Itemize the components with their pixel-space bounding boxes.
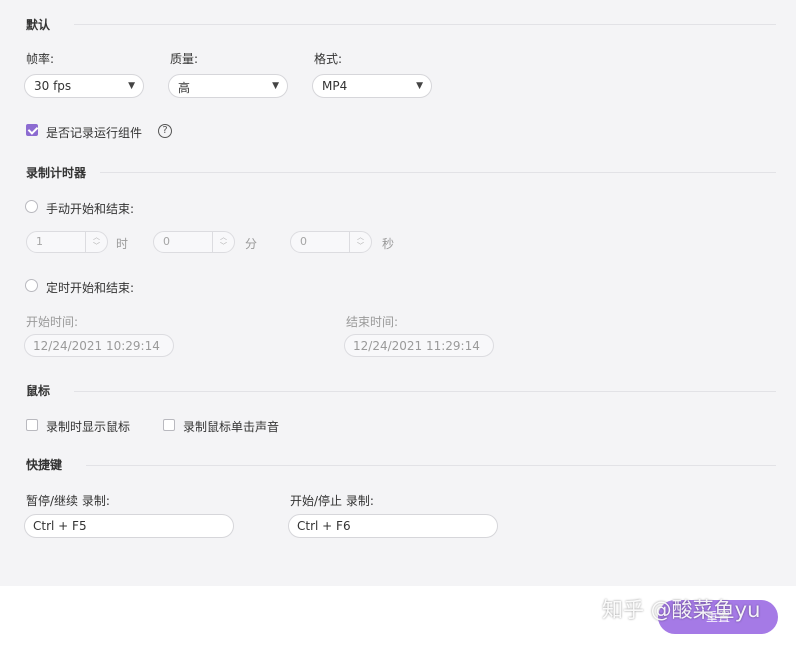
section-title-default: 默认 — [26, 18, 51, 32]
settings-panel: 默认 帧率: 质量: 格式: 30 fps ▼ 高 ▼ MP4 ▼ 是否记录运行… — [0, 0, 796, 586]
help-icon[interactable]: ? — [158, 124, 172, 138]
section-title-hotkeys: 快捷键 — [26, 458, 63, 472]
chevron-down-icon: ▼ — [272, 81, 279, 91]
hours-value: 1 — [36, 235, 43, 248]
spin-down-icon[interactable]: ﹀ — [86, 242, 107, 251]
end-time-field[interactable]: 12/24/2021 11:29:14 — [344, 334, 494, 357]
start-time-field[interactable]: 12/24/2021 10:29:14 — [24, 334, 174, 357]
click-sound-checkbox[interactable] — [163, 419, 175, 431]
manual-timer-label: 手动开始和结束: — [46, 202, 135, 216]
minutes-unit: 分 — [245, 237, 258, 251]
end-time-label: 结束时间: — [346, 315, 399, 329]
start-stop-hotkey-label: 开始/停止 录制: — [290, 494, 374, 508]
show-cursor-checkbox[interactable] — [26, 419, 38, 431]
pause-hotkey-label: 暂停/继续 录制: — [26, 494, 110, 508]
section-divider — [86, 465, 776, 466]
minutes-value: 0 — [163, 235, 170, 248]
pause-hotkey-field[interactable]: Ctrl + F5 — [24, 514, 234, 538]
chevron-down-icon: ▼ — [416, 81, 423, 91]
minutes-stepper[interactable]: 0 ︿ ﹀ — [153, 231, 235, 253]
hours-unit: 时 — [116, 237, 129, 251]
format-select[interactable]: MP4 ▼ — [312, 74, 432, 98]
quality-label: 质量: — [170, 52, 199, 66]
section-title-mouse: 鼠标 — [26, 384, 51, 398]
click-sound-label: 录制鼠标单击声音 — [183, 420, 280, 434]
record-components-label: 是否记录运行组件 — [46, 126, 143, 140]
chevron-down-icon: ▼ — [128, 81, 135, 91]
quality-select-value: 高 — [178, 81, 191, 95]
spin-up-icon[interactable]: ︿ — [86, 233, 107, 242]
fps-label: 帧率: — [26, 52, 55, 66]
spin-up-icon[interactable]: ︿ — [350, 233, 371, 242]
spin-down-icon[interactable]: ﹀ — [213, 242, 234, 251]
start-time-label: 开始时间: — [26, 315, 79, 329]
section-divider — [74, 391, 776, 392]
quality-select[interactable]: 高 ▼ — [168, 74, 288, 98]
scheduled-timer-label: 定时开始和结束: — [46, 281, 135, 295]
fps-select-value: 30 fps — [34, 79, 72, 93]
show-cursor-label: 录制时显示鼠标 — [46, 420, 131, 434]
record-components-checkbox[interactable] — [26, 124, 38, 136]
spin-arrows[interactable]: ︿ ﹀ — [212, 232, 234, 252]
section-divider — [74, 24, 776, 25]
spin-arrows[interactable]: ︿ ﹀ — [85, 232, 107, 252]
manual-timer-radio[interactable] — [25, 200, 38, 213]
seconds-stepper[interactable]: 0 ︿ ﹀ — [290, 231, 372, 253]
seconds-unit: 秒 — [382, 237, 395, 251]
hours-stepper[interactable]: 1 ︿ ﹀ — [26, 231, 108, 253]
scheduled-timer-radio[interactable] — [25, 279, 38, 292]
start-stop-hotkey-field[interactable]: Ctrl + F6 — [288, 514, 498, 538]
section-title-timer: 录制计时器 — [26, 166, 87, 180]
format-select-value: MP4 — [322, 79, 348, 93]
spin-up-icon[interactable]: ︿ — [213, 233, 234, 242]
spin-arrows[interactable]: ︿ ﹀ — [349, 232, 371, 252]
spin-down-icon[interactable]: ﹀ — [350, 242, 371, 251]
section-divider — [100, 172, 776, 173]
format-label: 格式: — [314, 52, 343, 66]
watermark-text: 知乎 @酸菜鱼yu — [602, 598, 761, 622]
seconds-value: 0 — [300, 235, 307, 248]
fps-select[interactable]: 30 fps ▼ — [24, 74, 144, 98]
